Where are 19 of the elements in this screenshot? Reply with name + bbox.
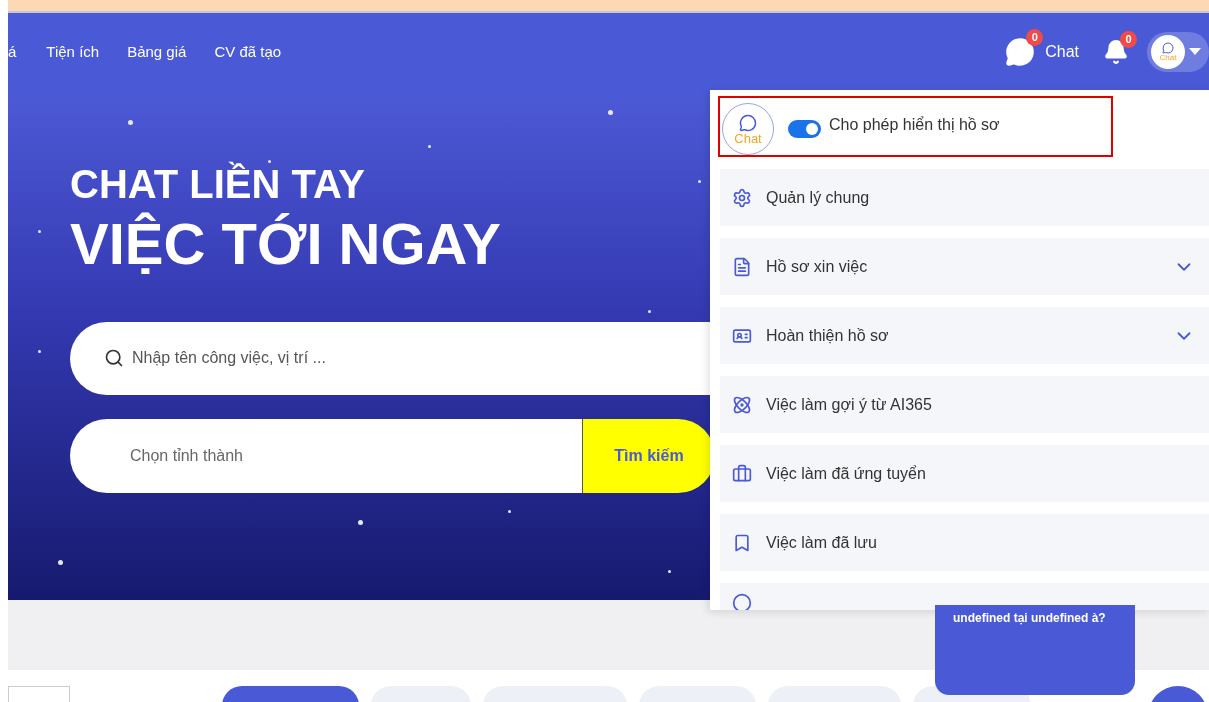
province-field[interactable]: Chọn tỉnh thành xyxy=(70,418,583,493)
nav-link[interactable]: á xyxy=(8,43,17,60)
menu-item[interactable]: Hồ sơ xin việc xyxy=(720,238,1209,295)
menu-item[interactable]: Việc làm đã lưu xyxy=(720,514,1209,571)
hero-title: CHAT LIỀN TAY xyxy=(70,162,365,206)
chat-link[interactable]: Chat xyxy=(1045,42,1079,61)
notification-count-badge: 0 xyxy=(1120,30,1137,48)
menu-item[interactable]: Việc làm gợi ý từ AI365 xyxy=(720,376,1209,433)
chat-count-badge: 0 xyxy=(1026,28,1044,46)
toggle-label: Cho phép hiển thị hồ sơ xyxy=(829,116,1000,134)
nav-link[interactable]: Tiện ích xyxy=(46,43,100,60)
menu-item[interactable]: Việc làm đã ứng tuyển xyxy=(720,445,1209,502)
logo-text: Chat xyxy=(734,131,762,145)
nav-link[interactable]: CV đã tạo xyxy=(214,43,282,60)
menu-item[interactable]: Quản lý chung xyxy=(720,169,1209,226)
nav-link[interactable]: Bảng giá xyxy=(127,43,187,60)
menu-item[interactable]: Hoàn thiện hồ sơ xyxy=(720,307,1209,364)
chat-message-bubble: undefined tại undefined à? xyxy=(935,605,1135,695)
hero-subtitle: VIỆC TỚI NGAY xyxy=(70,212,501,276)
